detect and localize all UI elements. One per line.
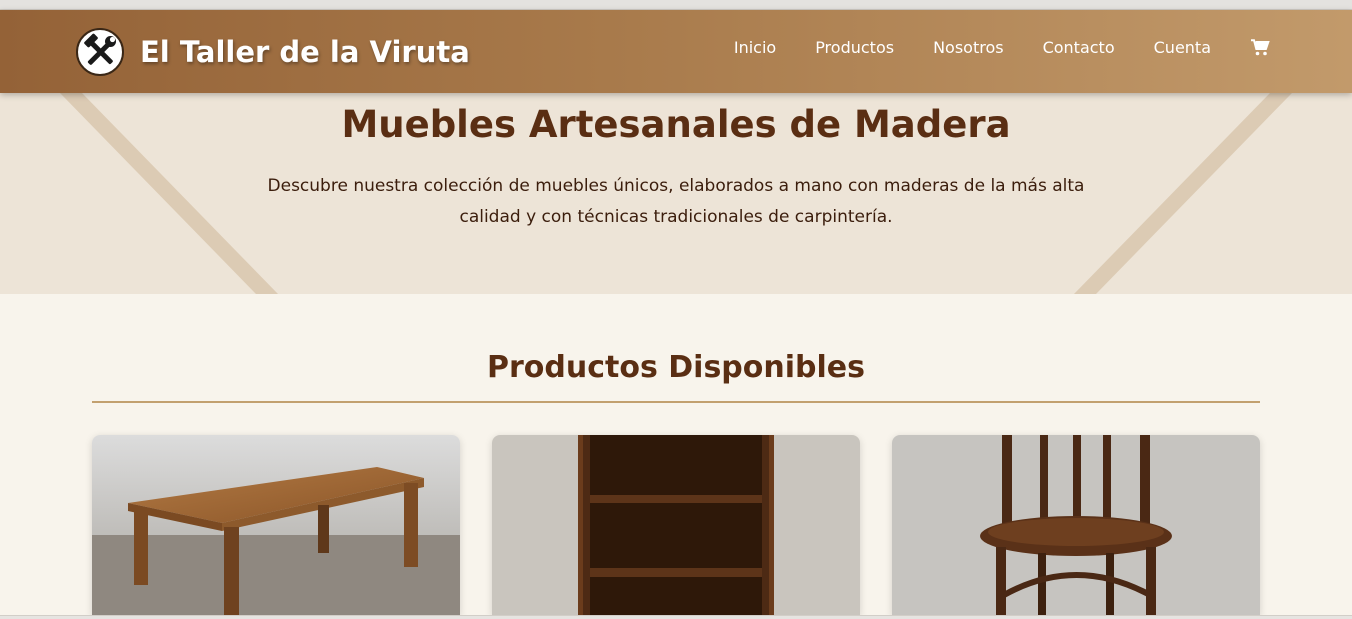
cart-icon[interactable] xyxy=(1251,39,1270,56)
nav-item-inicio[interactable]: Inicio xyxy=(734,38,776,57)
main-nav: Inicio Productos Nosotros Contacto Cuent… xyxy=(695,38,1270,57)
hammer-wrench-icon xyxy=(76,28,124,76)
product-card-table[interactable] xyxy=(92,435,460,615)
section-divider xyxy=(92,401,1260,403)
product-card-bookshelf[interactable] xyxy=(492,435,860,615)
browser-top-edge xyxy=(0,0,1352,10)
wooden-chair-image xyxy=(892,435,1260,615)
navbar: El Taller de la Viruta Inicio Productos … xyxy=(0,10,1352,93)
hero-section: Muebles Artesanales de Madera Descubre n… xyxy=(0,93,1352,294)
hero-description: Descubre nuestra colección de muebles ún… xyxy=(267,176,1085,227)
browser-bottom-edge xyxy=(0,615,1352,619)
product-card-chair[interactable] xyxy=(892,435,1260,615)
wooden-table-image xyxy=(92,435,460,615)
brand[interactable]: El Taller de la Viruta xyxy=(76,28,470,76)
nav-item-nosotros[interactable]: Nosotros xyxy=(933,38,1004,57)
wooden-bookshelf-image xyxy=(492,435,860,615)
products-section-title: Productos Disponibles xyxy=(487,350,865,385)
nav-item-cuenta[interactable]: Cuenta xyxy=(1154,38,1211,57)
brand-name: El Taller de la Viruta xyxy=(140,35,470,69)
nav-item-contacto[interactable]: Contacto xyxy=(1043,38,1115,57)
hero-title: Muebles Artesanales de Madera xyxy=(341,103,1011,146)
nav-item-productos[interactable]: Productos xyxy=(815,38,894,57)
